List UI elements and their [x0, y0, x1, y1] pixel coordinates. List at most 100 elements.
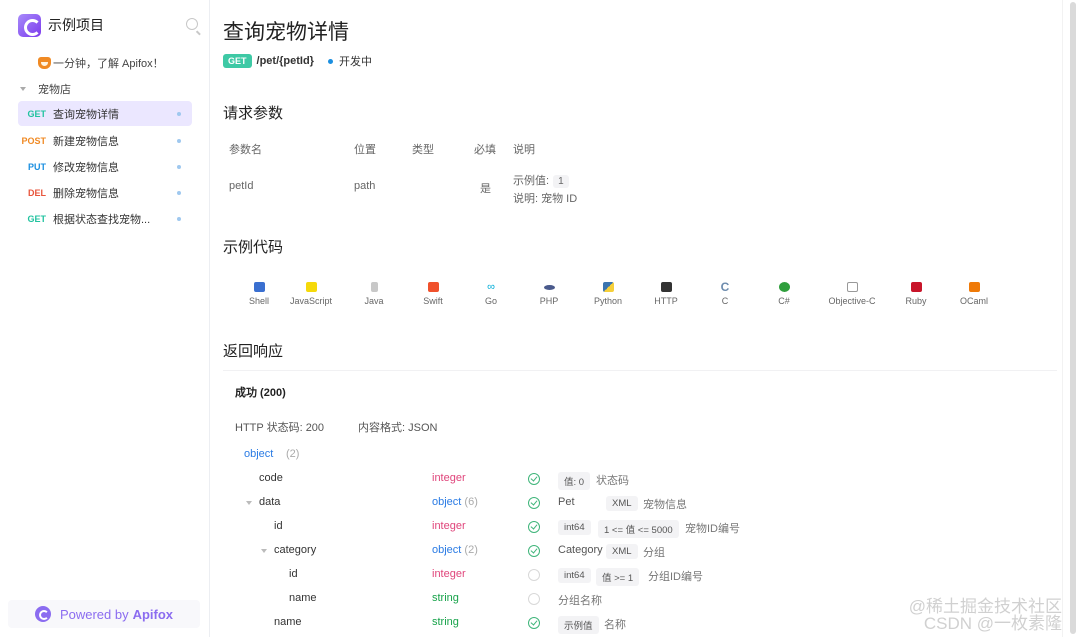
- field-tag: int64: [558, 520, 591, 535]
- tab-php[interactable]: PHP: [520, 278, 578, 310]
- ruby-icon: [910, 282, 922, 292]
- col-location: 位置: [354, 144, 376, 156]
- sidebar-item-label: 根据状态查找宠物...: [53, 213, 151, 226]
- example-label: 示例值:: [513, 175, 550, 187]
- search-icon[interactable]: [186, 18, 198, 30]
- tab-ruby[interactable]: Ruby: [887, 278, 945, 310]
- caret-down-icon[interactable]: [20, 87, 26, 91]
- tab-ocaml[interactable]: OCaml: [945, 278, 1003, 310]
- powered-prefix: Powered by: [59, 606, 129, 622]
- method-badge: GET: [27, 213, 46, 224]
- folder-label: 宠物店: [38, 84, 71, 96]
- tab-python[interactable]: Python: [579, 278, 637, 310]
- field-name: id: [274, 520, 283, 532]
- tab-http[interactable]: HTTP: [637, 278, 695, 310]
- javascript-icon: [305, 282, 317, 292]
- objective-c-icon: [846, 282, 858, 292]
- swift-icon: [427, 282, 439, 292]
- tab-java[interactable]: Java: [345, 278, 403, 310]
- powered-brand: Apifox: [132, 606, 174, 622]
- fox-icon: [38, 57, 51, 69]
- tab-label: JavaScript: [289, 296, 333, 306]
- section-sample-code: 示例代码: [223, 239, 284, 256]
- schema-root-count: (2): [286, 448, 300, 460]
- project-title: 示例项目: [48, 17, 104, 33]
- field-tag: int64: [558, 568, 591, 583]
- scrollbar-thumb[interactable]: [1070, 2, 1076, 634]
- status-dot: [177, 165, 181, 169]
- powered-by-apifox[interactable]: Powered by Apifox: [8, 600, 200, 628]
- tab-label: Ruby: [905, 296, 927, 306]
- field-desc: 分组: [643, 547, 665, 559]
- field-desc: 宠物ID编号: [685, 523, 740, 535]
- field-type: object (2): [432, 544, 478, 556]
- field-ref: Pet: [558, 496, 575, 508]
- java-icon: [370, 282, 378, 292]
- col-type: 类型: [412, 144, 434, 156]
- schema-field-id: id integer int64 1 <= 值 <= 5000 宠物ID编号: [223, 518, 1057, 538]
- field-type: string: [432, 616, 459, 628]
- tab-swift[interactable]: Swift: [404, 278, 462, 310]
- schema-field-category[interactable]: category object (2) Category XML 分组: [223, 542, 1057, 560]
- param-desc: 说明: 宠物 ID: [513, 193, 578, 205]
- field-desc: 名称: [604, 619, 626, 631]
- tab-go[interactable]: ∞ Go: [462, 278, 520, 310]
- csharp-icon: [778, 282, 790, 292]
- field-desc: 分组ID编号: [648, 571, 703, 583]
- tab-label: Shell: [248, 296, 269, 306]
- required-check-icon: [528, 545, 540, 557]
- apifox-logo-icon: [18, 13, 41, 37]
- ocaml-icon: [968, 282, 980, 292]
- sidebar-intro-link[interactable]: 一分钟，了解 Apifox！: [38, 55, 164, 71]
- sidebar-item-label: 查询宠物详情: [53, 108, 119, 121]
- schema-root[interactable]: object (2): [223, 446, 1057, 464]
- schema-field-data[interactable]: data object (6) Pet XML 宠物信息: [223, 494, 1057, 512]
- example-value: 1: [553, 175, 569, 188]
- caret-down-icon[interactable]: [261, 549, 267, 553]
- watermark-line-2: CSDN @一枚素隆: [923, 614, 1062, 633]
- tab-shell[interactable]: Shell: [230, 278, 288, 310]
- field-tag: XML: [606, 544, 638, 559]
- php-icon: [543, 285, 555, 290]
- tab-c[interactable]: CC: [696, 278, 754, 310]
- sidebar-item-get-pet[interactable]: GET 查询宠物详情: [18, 101, 192, 126]
- tab-javascript[interactable]: JavaScript: [282, 278, 340, 310]
- sidebar-item-update-pet[interactable]: PUT 修改宠物信息: [18, 154, 192, 179]
- sidebar-item-find-by-status[interactable]: GET 根据状态查找宠物...: [18, 206, 192, 231]
- tab-label: C: [721, 296, 729, 306]
- field-name: name: [289, 592, 317, 604]
- tab-label: Swift: [423, 296, 443, 306]
- tab-csharp[interactable]: C#: [755, 278, 813, 310]
- param-required: 是: [480, 183, 491, 195]
- field-name: data: [259, 496, 281, 508]
- field-name: code: [259, 472, 283, 484]
- status-dot: [177, 217, 181, 221]
- tab-response-200[interactable]: 成功 (200): [235, 384, 286, 400]
- caret-down-icon[interactable]: [246, 501, 252, 505]
- tab-label: HTTP: [654, 296, 678, 306]
- main-content: 查询宠物详情 GET /pet/{petId} 开发中 请求参数 参数名 位置 …: [210, 0, 1060, 637]
- required-check-icon: [528, 497, 540, 509]
- intro-label: 一分钟，了解 Apifox！: [53, 58, 164, 70]
- sidebar-item-create-pet[interactable]: POST 新建宠物信息: [18, 128, 192, 153]
- c-icon: C: [719, 280, 731, 294]
- field-type: integer: [432, 520, 466, 532]
- sidebar-item-delete-pet[interactable]: DEL 删除宠物信息: [18, 180, 192, 205]
- field-name: id: [289, 568, 298, 580]
- tab-label: Go: [484, 296, 497, 306]
- field-type: object (6): [432, 496, 478, 508]
- scrollbar[interactable]: [1062, 0, 1080, 637]
- section-request-params: 请求参数: [223, 105, 284, 122]
- folder-pet-store[interactable]: 宠物店: [20, 81, 71, 97]
- method-badge: POST: [21, 135, 46, 146]
- tab-label: OCaml: [959, 296, 988, 306]
- method-badge: PUT: [28, 161, 46, 172]
- field-type: integer: [432, 472, 466, 484]
- sidebar-item-label: 删除宠物信息: [53, 187, 119, 200]
- python-icon: [602, 282, 614, 292]
- tab-objective-c[interactable]: Objective-C: [820, 278, 884, 310]
- method-badge: GET: [27, 108, 46, 119]
- schema-root-type: object: [244, 448, 274, 460]
- field-name: name: [274, 616, 302, 628]
- status-dot: [177, 112, 181, 116]
